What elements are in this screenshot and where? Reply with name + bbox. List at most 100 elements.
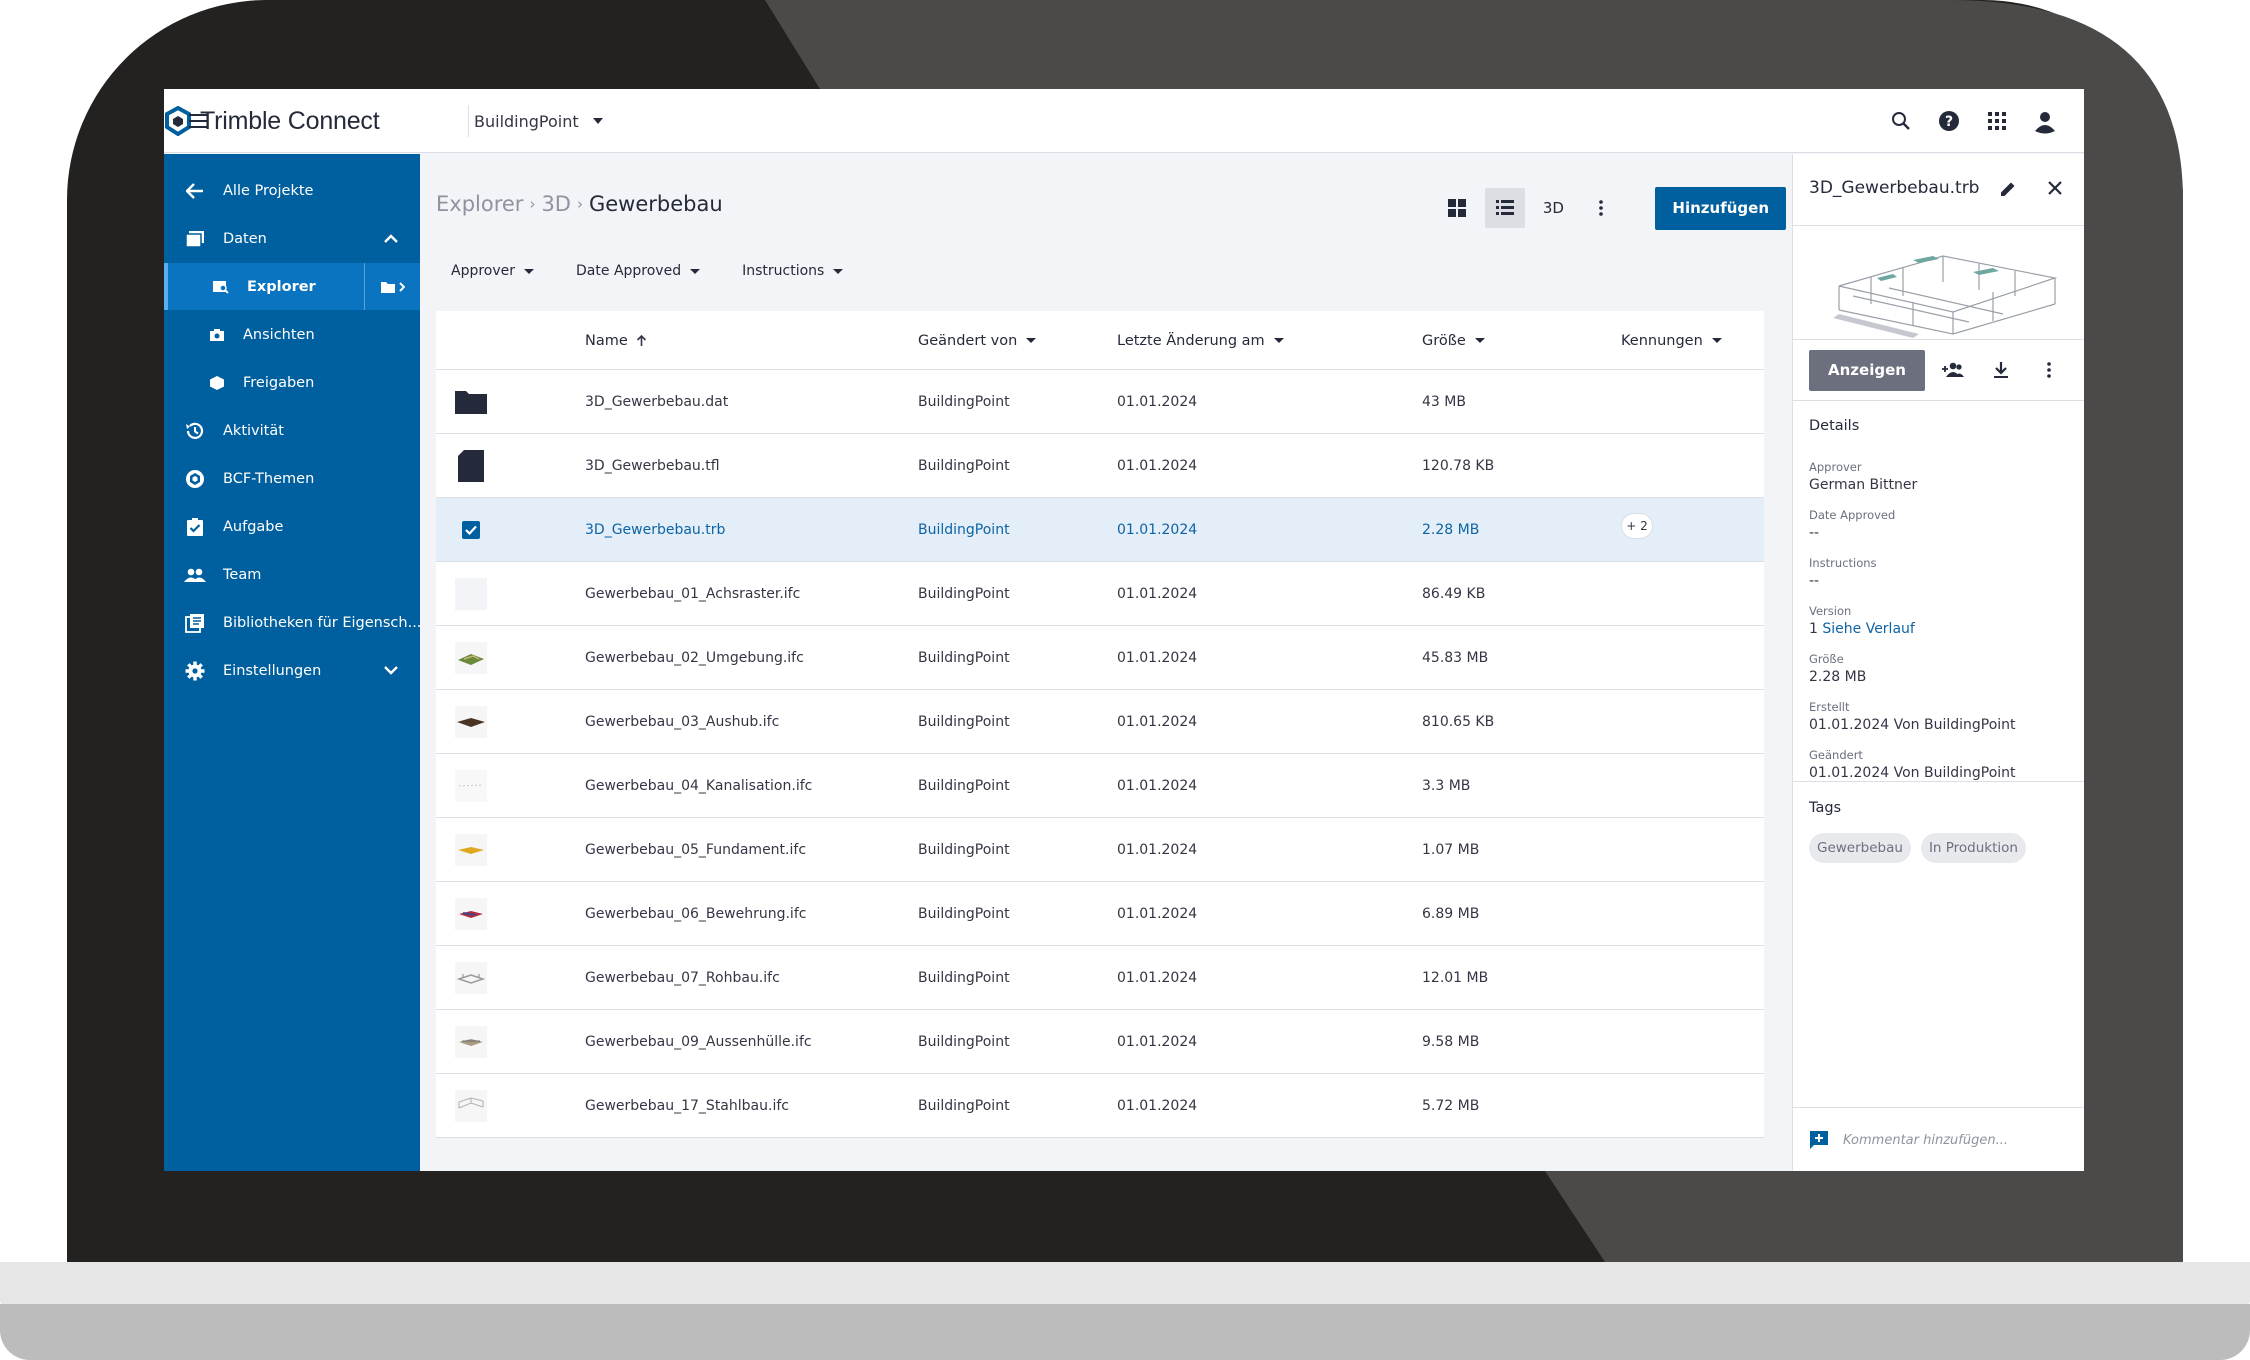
app-logo[interactable]: Trimble Connect xyxy=(164,89,2084,153)
menu-icon[interactable] xyxy=(178,89,218,153)
model-preview-thumbnail[interactable] xyxy=(1793,225,2084,340)
download-icon[interactable] xyxy=(1977,350,2025,391)
table-row[interactable]: Gewerbebau_02_Umgebung.ifc BuildingPoint… xyxy=(436,626,1764,690)
search-icon[interactable] xyxy=(1881,89,1921,153)
version-history-link[interactable]: Siehe Verlauf xyxy=(1822,621,1914,637)
sidebar-item-einstellungen[interactable]: Einstellungen xyxy=(164,647,420,694)
sidebar-item-all-projects[interactable]: Alle Projekte xyxy=(164,167,420,214)
file-name[interactable]: Gewerbebau_09_Aussenhülle.ifc xyxy=(585,1010,812,1073)
apps-grid-icon[interactable] xyxy=(1977,89,2017,153)
changed-by: BuildingPoint xyxy=(918,393,1010,410)
file-size: 43 MB xyxy=(1422,393,1466,410)
file-name[interactable]: Gewerbebau_06_Bewehrung.ifc xyxy=(585,882,806,945)
top-bar: Trimble Connect BuildingPoint ? xyxy=(164,89,2084,153)
file-size: 1.07 MB xyxy=(1422,841,1480,858)
changed-by: BuildingPoint xyxy=(918,905,1010,922)
filter-instructions[interactable]: Instructions xyxy=(727,254,858,288)
last-change-date: 01.01.2024 xyxy=(1117,457,1198,474)
table-row[interactable]: Gewerbebau_03_Aushub.ifc BuildingPoint 0… xyxy=(436,690,1764,754)
breadcrumb-item-explorer[interactable]: Explorer xyxy=(436,192,523,216)
file-name[interactable]: Gewerbebau_05_Fundament.ifc xyxy=(585,818,806,881)
chevron-down-icon[interactable] xyxy=(384,663,398,679)
changed-by: BuildingPoint xyxy=(918,1033,1010,1050)
sidebar-item-bcf-themen[interactable]: BCF-Themen xyxy=(164,455,420,502)
tag-chip[interactable]: Gewerbebau xyxy=(1809,833,1911,863)
last-change-date: 01.01.2024 xyxy=(1117,969,1198,986)
edit-pencil-icon[interactable] xyxy=(1999,180,2017,202)
column-label: Kennungen xyxy=(1621,332,1703,349)
grid-view-icon[interactable] xyxy=(1437,188,1477,228)
sidebar-item-aufgabe[interactable]: Aufgabe xyxy=(164,503,420,550)
checkbox-checked-icon[interactable] xyxy=(455,514,487,546)
model-thumbnail-icon xyxy=(455,1090,487,1122)
show-button[interactable]: Anzeigen xyxy=(1809,349,1925,391)
add-user-icon[interactable] xyxy=(1929,350,1977,391)
close-icon[interactable] xyxy=(2047,180,2063,200)
more-vertical-icon[interactable] xyxy=(1581,188,1621,228)
file-name[interactable]: 3D_Gewerbebau.tfl xyxy=(585,434,720,497)
chevron-down-icon xyxy=(833,268,844,274)
sidebar-item-daten[interactable]: Daten xyxy=(164,215,420,262)
folder-tree-button[interactable] xyxy=(364,263,420,310)
table-row[interactable]: Gewerbebau_01_Achsraster.ifc BuildingPoi… xyxy=(436,562,1764,626)
chevron-up-icon[interactable] xyxy=(384,231,398,247)
table-row[interactable]: Gewerbebau_09_Aussenhülle.ifc BuildingPo… xyxy=(436,1010,1764,1074)
column-label: Größe xyxy=(1422,332,1466,349)
arrow-left-icon xyxy=(184,180,206,202)
breadcrumb-separator: › xyxy=(576,195,583,213)
column-header-changed-by[interactable]: Geändert von xyxy=(918,311,1037,370)
laptop-base-top xyxy=(0,1262,2250,1306)
project-switcher[interactable]: BuildingPoint xyxy=(474,89,603,153)
table-row[interactable]: Gewerbebau_04_Kanalisation.ifc BuildingP… xyxy=(436,754,1764,818)
add-button[interactable]: Hinzufügen xyxy=(1655,186,1786,230)
column-header-name[interactable]: Name xyxy=(585,311,647,370)
file-icon xyxy=(455,450,487,482)
table-row[interactable]: Gewerbebau_17_Stahlbau.ifc BuildingPoint… xyxy=(436,1074,1764,1138)
table-row-selected[interactable]: 3D_Gewerbebau.trb BuildingPoint 01.01.20… xyxy=(436,498,1764,562)
help-icon[interactable]: ? xyxy=(1929,89,1969,153)
sidebar-item-freigaben[interactable]: Freigaben xyxy=(164,359,420,406)
table-header: Name Geändert von Letzte Änderung am Grö… xyxy=(436,311,1764,370)
table-row[interactable]: Gewerbebau_06_Bewehrung.ifc BuildingPoin… xyxy=(436,882,1764,946)
tags-count-badge[interactable]: + 2 xyxy=(1621,512,1653,539)
gear-icon xyxy=(184,660,206,682)
sidebar-item-explorer[interactable]: Explorer xyxy=(164,263,420,310)
filter-bar: Approver Date Approved Instructions xyxy=(436,254,870,288)
file-name[interactable]: Gewerbebau_04_Kanalisation.ifc xyxy=(585,754,812,817)
file-name[interactable]: Gewerbebau_17_Stahlbau.ifc xyxy=(585,1074,789,1137)
filter-approver[interactable]: Approver xyxy=(436,254,549,288)
file-name[interactable]: 3D_Gewerbebau.dat xyxy=(585,370,728,433)
file-name[interactable]: Gewerbebau_03_Aushub.ifc xyxy=(585,690,779,753)
sidebar-item-team[interactable]: Team xyxy=(164,551,420,598)
table-row[interactable]: 3D_Gewerbebau.dat BuildingPoint 01.01.20… xyxy=(436,370,1764,434)
comment-input[interactable]: Kommentar hinzufügen... xyxy=(1809,1120,2008,1160)
column-header-tags[interactable]: Kennungen xyxy=(1621,311,1722,370)
file-name[interactable]: Gewerbebau_07_Rohbau.ifc xyxy=(585,946,780,1009)
view-3d-button[interactable]: 3D xyxy=(1533,188,1573,228)
column-header-last-change[interactable]: Letzte Änderung am xyxy=(1117,311,1284,370)
sidebar-item-ansichten[interactable]: Ansichten xyxy=(164,311,420,358)
model-thumbnail-icon xyxy=(455,834,487,866)
field-label: Version xyxy=(1809,604,1852,618)
file-name[interactable]: Gewerbebau_02_Umgebung.ifc xyxy=(585,626,804,689)
column-header-size[interactable]: Größe xyxy=(1422,311,1485,370)
file-size: 9.58 MB xyxy=(1422,1033,1480,1050)
list-view-icon[interactable] xyxy=(1485,188,1526,228)
table-row[interactable]: 3D_Gewerbebau.tfl BuildingPoint 01.01.20… xyxy=(436,434,1764,498)
comment-placeholder: Kommentar hinzufügen... xyxy=(1843,1132,2008,1148)
column-label: Letzte Änderung am xyxy=(1117,332,1265,349)
file-name[interactable]: Gewerbebau_01_Achsraster.ifc xyxy=(585,562,800,625)
project-name: BuildingPoint xyxy=(474,111,579,131)
filter-date-approved[interactable]: Date Approved xyxy=(561,254,715,288)
sidebar-item-aktivitaet[interactable]: Aktivität xyxy=(164,407,420,454)
sidebar-item-bibliotheken[interactable]: Bibliotheken für Eigensch... xyxy=(164,599,421,646)
file-name[interactable]: 3D_Gewerbebau.trb xyxy=(585,498,725,561)
more-vertical-icon[interactable] xyxy=(2025,350,2073,391)
tag-chip[interactable]: In Produktion xyxy=(1920,833,2026,863)
app-screen: Trimble Connect BuildingPoint ? Alle Pro… xyxy=(164,89,2084,1171)
table-row[interactable]: Gewerbebau_07_Rohbau.ifc BuildingPoint 0… xyxy=(436,946,1764,1010)
people-icon xyxy=(184,564,206,586)
user-avatar-icon[interactable] xyxy=(2025,89,2065,153)
breadcrumb-item-3d[interactable]: 3D xyxy=(541,192,571,216)
table-row[interactable]: Gewerbebau_05_Fundament.ifc BuildingPoin… xyxy=(436,818,1764,882)
